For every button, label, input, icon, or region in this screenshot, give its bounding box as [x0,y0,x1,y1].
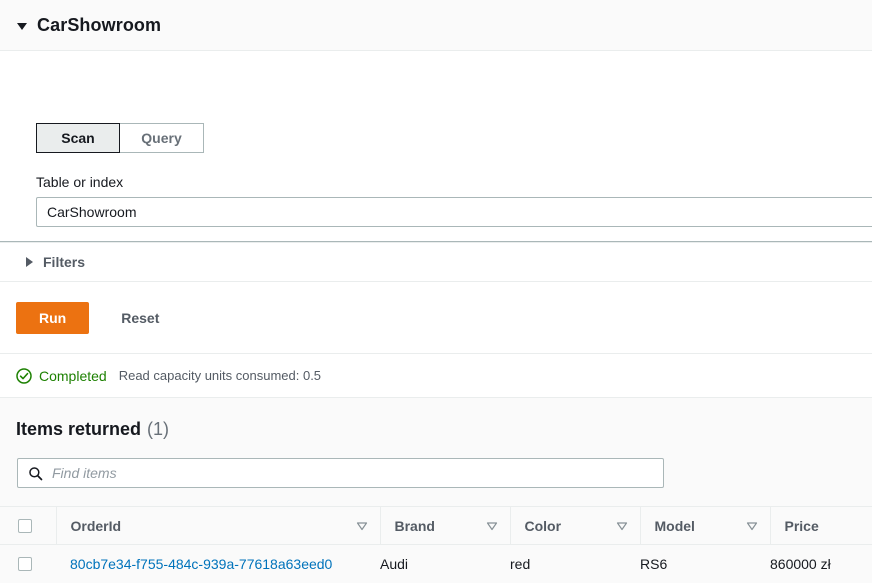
status-row: Completed Read capacity units consumed: … [0,354,872,397]
column-header-orderid[interactable]: OrderId [55,506,380,545]
cell-color: red [510,555,531,572]
search-placeholder: Find items [52,465,117,481]
run-button[interactable]: Run [16,301,90,334]
table-or-index-label: Table or index [36,174,124,190]
cell-orderid: 80cb7e34-f755-484c-939a-77618a63eed0 [56,545,380,583]
status-badge: Completed [39,367,107,384]
column-label: OrderId [70,517,122,534]
panel-header[interactable]: CarShowroom [0,0,872,51]
orderid-link[interactable]: 80cb7e34-f755-484c-939a-77618a63eed0 [70,556,332,572]
query-builder: Scan Query Table or index CarShowroom Fi… [0,51,872,397]
search-icon [29,466,43,480]
status-meta: Read capacity units consumed: 0.5 [118,368,322,383]
cell-price: 860000 zł [770,555,831,572]
results-header: Items returned (1) [0,398,872,440]
select-all-checkbox[interactable] [18,518,32,533]
filters-toggle[interactable]: Filters [0,243,872,281]
table-row: 80cb7e34-f755-484c-939a-77618a63eed0 Aud… [0,545,872,583]
column-label: Price [784,517,819,534]
table-body: 80cb7e34-f755-484c-939a-77618a63eed0 Aud… [0,545,872,583]
page-title: CarShowroom [37,14,162,35]
caret-right-icon [26,257,33,267]
column-label: Model [654,517,695,534]
sort-descending-icon[interactable] [746,520,758,532]
table-header-row: OrderId Brand Color Model Price [0,506,872,545]
reset-button[interactable]: Reset [111,304,169,332]
tab-scan[interactable]: Scan [36,123,120,153]
tab-query[interactable]: Query [120,123,204,153]
filters-label: Filters [43,254,86,270]
row-select-cell [0,545,56,583]
results-section: Items returned (1) Find items OrderId Br… [0,397,872,583]
sort-descending-icon[interactable] [486,520,498,532]
sort-descending-icon[interactable] [356,520,368,532]
column-label: Brand [394,517,435,534]
column-label: Color [524,517,562,534]
items-table: OrderId Brand Color Model Price 80cb7e34… [0,506,872,583]
select-all-header [0,507,56,545]
results-count: (1) [147,419,170,439]
find-items-search[interactable]: Find items [17,458,664,488]
row-checkbox[interactable] [18,556,32,571]
column-header-color[interactable]: Color [509,506,640,545]
results-title: Items returned [16,419,142,439]
column-header-price[interactable]: Price [769,506,872,545]
caret-down-icon [17,22,27,30]
cell-brand: Audi [380,555,409,572]
table-or-index-input[interactable]: CarShowroom [36,197,872,227]
column-header-brand[interactable]: Brand [379,506,510,545]
status-success-icon [16,367,32,384]
table-header: OrderId Brand Color Model Price [0,506,872,545]
sort-descending-icon[interactable] [616,520,628,532]
cell-model: RS6 [640,555,668,572]
operation-segmented-control[interactable]: Scan Query [36,123,204,153]
column-header-model[interactable]: Model [639,506,770,545]
actions-row: Run Reset [0,282,872,353]
